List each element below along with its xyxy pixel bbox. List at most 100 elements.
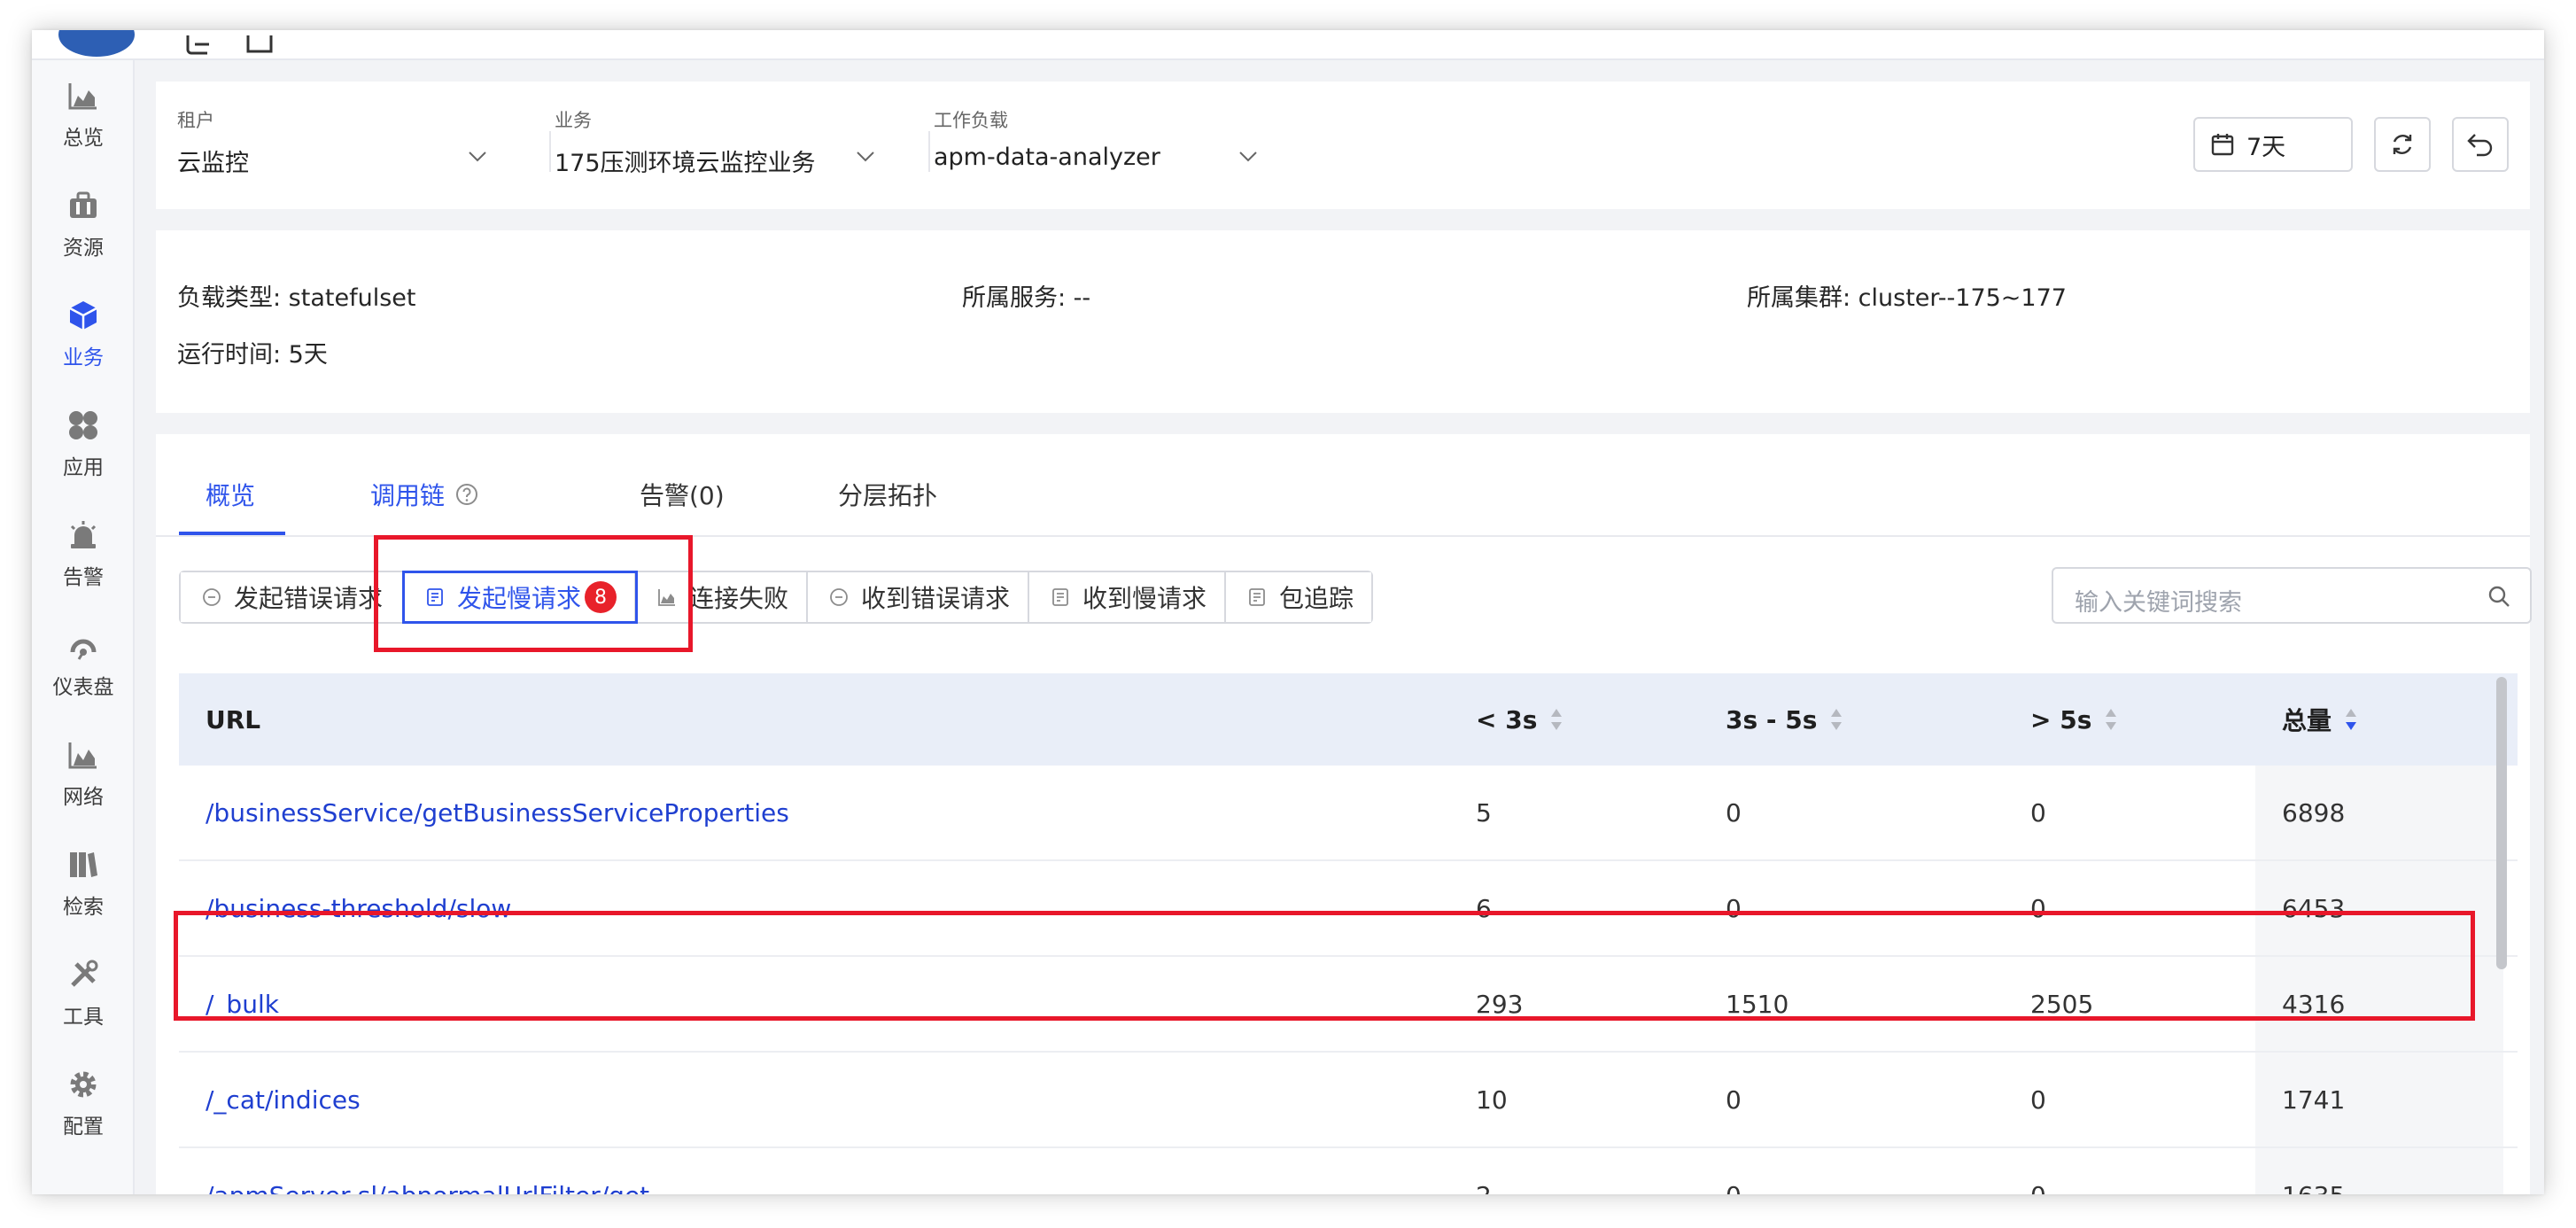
- sidebar: 总览 资源 业务 应用 告警 仪表盘 网络 检索 工具 配置: [32, 60, 135, 1194]
- request-type-segmented: 发起错误请求 发起慢请求 8 连接失败 收到错误请求 收到慢请求 包追踪: [179, 571, 1373, 624]
- sidebar-item-overview[interactable]: 总览: [32, 60, 135, 158]
- business-select[interactable]: 175压测环境云监控业务: [555, 144, 816, 178]
- table-row[interactable]: /businessService/getBusinessServicePrope…: [179, 766, 2518, 861]
- table-row[interactable]: /business-threshold/slow 6 0 0 6453: [179, 861, 2518, 957]
- filter-bar: 租户 云监控 业务 175压测环境云监控业务 工作负载 apm-data-ana…: [156, 82, 2530, 209]
- workload-info-panel: 负载类型: statefulset 所属服务: -- 所属集群: cluster…: [156, 230, 2530, 413]
- count-total: 4316: [2282, 989, 2346, 1019]
- tab-trace[interactable]: 调用链: [370, 477, 478, 512]
- sort-desc-icon[interactable]: [2344, 707, 2358, 732]
- sidebar-item-dashboard[interactable]: 仪表盘: [32, 610, 135, 707]
- sort-icon[interactable]: [1549, 707, 1563, 732]
- count-lt3s: 10: [1476, 1084, 1508, 1115]
- url-link[interactable]: /_bulk: [206, 957, 279, 1051]
- count-gt5s: 0: [2030, 797, 2046, 828]
- refresh-button[interactable]: [2374, 117, 2431, 172]
- count-gt5s: 0: [2030, 1084, 2046, 1115]
- service-info: 所属服务: --: [962, 284, 1091, 312]
- workload-select[interactable]: apm-data-analyzer: [934, 144, 1160, 171]
- divider: [928, 131, 930, 172]
- sort-icon[interactable]: [2104, 707, 2118, 732]
- cube-icon: [69, 301, 97, 330]
- error-circle-icon: [830, 588, 848, 606]
- subtab-incoming-errors[interactable]: 收到错误请求: [808, 572, 1029, 622]
- area-chart-icon: [658, 589, 675, 606]
- dashboard-icon: [70, 639, 97, 660]
- chevron-down-icon[interactable]: [856, 151, 875, 163]
- subtab-packet-trace[interactable]: 包追踪: [1226, 572, 1371, 622]
- count-lt3s: 5: [1476, 797, 1492, 828]
- workload-type: 负载类型: statefulset: [177, 284, 416, 312]
- undo-icon: [2467, 134, 2493, 157]
- books-icon: [70, 852, 97, 877]
- refresh-icon: [2393, 135, 2412, 154]
- url-link[interactable]: /businessService/getBusinessServicePrope…: [206, 766, 789, 859]
- column-header-total[interactable]: 总量: [2282, 673, 2358, 766]
- panel-icon[interactable]: [244, 35, 276, 55]
- table-row[interactable]: /_cat/indices 10 0 0 1741: [179, 1053, 2518, 1148]
- time-range-value: 7天: [2246, 133, 2286, 161]
- briefcase-icon: [70, 191, 97, 218]
- table-row[interactable]: /apmServer-sl/abnormalUrlFilter/get 2 0 …: [179, 1148, 2518, 1194]
- tab-trace-label: 调用链: [370, 481, 446, 510]
- calendar-icon: [2211, 134, 2234, 156]
- back-button[interactable]: [2452, 117, 2509, 172]
- tenant-select[interactable]: 云监控: [177, 144, 249, 178]
- top-bar: [32, 30, 2544, 60]
- tab-topology[interactable]: 分层拓扑: [838, 477, 937, 512]
- search-placeholder: 输入关键词搜索: [2075, 589, 2242, 617]
- divider: [549, 131, 551, 172]
- logo: [58, 30, 135, 57]
- count-total: 6898: [2282, 797, 2346, 828]
- uptime-info: 运行时间: 5天: [177, 341, 328, 369]
- count-total: 6453: [2282, 893, 2346, 923]
- sidebar-item-tools[interactable]: 工具: [32, 939, 135, 1037]
- subtab-incoming-slow[interactable]: 收到慢请求: [1029, 572, 1226, 622]
- sidebar-item-apps[interactable]: 应用: [32, 390, 135, 487]
- count-gt5s: 0: [2030, 893, 2046, 923]
- time-range-picker[interactable]: 7天: [2193, 117, 2353, 172]
- tenant-label: 租户: [177, 110, 214, 131]
- subtab-outgoing-errors[interactable]: 发起错误请求: [181, 572, 404, 622]
- count-3to5s: 1510: [1726, 989, 1789, 1019]
- document-icon: [1052, 588, 1068, 606]
- column-header-3to5s[interactable]: 3s - 5s: [1726, 673, 1843, 766]
- url-link[interactable]: /_cat/indices: [206, 1053, 361, 1146]
- keyword-search-input[interactable]: 输入关键词搜索: [2052, 567, 2532, 624]
- column-header-gt5s[interactable]: > 5s: [2030, 673, 2118, 766]
- sidebar-item-resources[interactable]: 资源: [32, 170, 135, 268]
- sidebar-item-search[interactable]: 检索: [32, 829, 135, 927]
- sort-icon[interactable]: [1829, 707, 1843, 732]
- column-header-lt3s[interactable]: < 3s: [1476, 673, 1563, 766]
- count-lt3s: 6: [1476, 893, 1492, 923]
- app-window: 总览 资源 业务 应用 告警 仪表盘 网络 检索 工具 配置 租户 云监控 业务…: [32, 30, 2544, 1194]
- error-circle-icon: [203, 588, 221, 606]
- column-header-url: URL: [206, 704, 261, 734]
- sidebar-item-business[interactable]: 业务: [32, 280, 135, 377]
- count-lt3s: 2: [1476, 1148, 1492, 1195]
- table-row[interactable]: /_bulk 293 1510 2505 4316: [179, 957, 2518, 1053]
- business-label: 业务: [555, 110, 592, 131]
- window-icon[interactable]: [182, 35, 214, 55]
- network-chart-icon: [68, 742, 97, 769]
- sidebar-item-settings[interactable]: 配置: [32, 1049, 135, 1146]
- apps-icon: [69, 411, 97, 439]
- workload-label: 工作负载: [934, 110, 1008, 131]
- url-link[interactable]: /business-threshold/slow: [206, 861, 511, 955]
- subtab-connection-failures[interactable]: 连接失败: [636, 572, 808, 622]
- alarm-icon: [70, 521, 97, 548]
- main-panel: 概览 调用链 告警(0) 分层拓扑 发起错误请求 发起慢请求 8 连接失败 收到…: [156, 434, 2532, 1194]
- chevron-down-icon[interactable]: [468, 151, 487, 163]
- count-total: 1741: [2282, 1084, 2346, 1115]
- sidebar-item-network[interactable]: 网络: [32, 719, 135, 817]
- help-icon[interactable]: [455, 483, 478, 506]
- table-scrollbar[interactable]: [2496, 677, 2507, 969]
- count-lt3s: 293: [1476, 989, 1524, 1019]
- url-link[interactable]: /apmServer-sl/abnormalUrlFilter/get: [206, 1148, 649, 1195]
- tab-overview[interactable]: 概览: [206, 477, 255, 512]
- count-total: 1635: [2282, 1148, 2345, 1195]
- tab-alerts[interactable]: 告警(0): [640, 477, 725, 512]
- sidebar-item-alerts[interactable]: 告警: [32, 500, 135, 597]
- subtab-outgoing-slow[interactable]: 发起慢请求 8: [402, 571, 638, 624]
- chevron-down-icon[interactable]: [1238, 151, 1258, 163]
